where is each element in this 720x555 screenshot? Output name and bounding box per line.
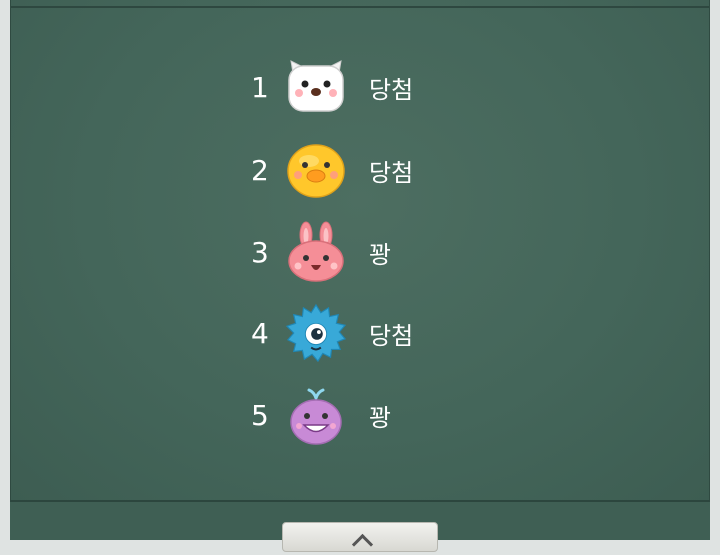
chalkboard: 1 당첨 2 당첨 3 꽝 4 당첨 5 꽝 (10, 0, 710, 500)
result-label: 당첨 (369, 75, 414, 104)
result-number: 2 (251, 153, 269, 187)
result-label: 꽝 (369, 240, 392, 269)
result-number: 5 (251, 398, 269, 432)
yellow-chick-icon (285, 139, 347, 201)
result-row-1: 1 당첨 (251, 57, 413, 117)
result-label: 꽝 (369, 403, 392, 432)
pink-rabbit-icon (285, 221, 347, 283)
board-top-edge (11, 6, 709, 8)
purple-whale-icon (285, 384, 347, 446)
blue-hedgehog-icon (285, 302, 347, 364)
result-row-4: 4 당첨 (251, 303, 413, 363)
result-row-2: 2 당첨 (251, 140, 413, 200)
result-row-3: 3 꽝 (251, 221, 392, 283)
result-number: 3 (251, 235, 269, 269)
result-number: 4 (251, 316, 269, 350)
chevron-up-icon (351, 533, 374, 555)
result-label: 당첨 (369, 158, 414, 187)
white-cat-icon (285, 56, 347, 118)
scroll-up-button[interactable] (282, 522, 438, 555)
result-row-5: 5 꽝 (251, 385, 391, 445)
result-number: 1 (251, 70, 269, 104)
result-label: 당첨 (369, 321, 414, 350)
